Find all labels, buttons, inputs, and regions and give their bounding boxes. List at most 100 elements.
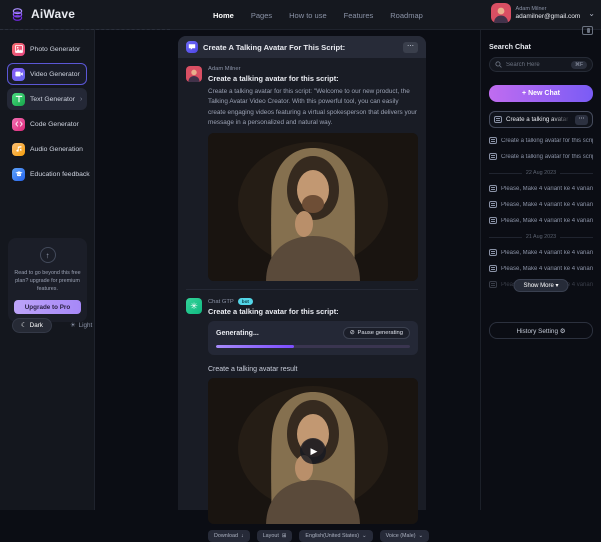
- sidebar-item-photo-generator[interactable]: Photo Generator: [7, 38, 87, 60]
- history-item[interactable]: Please, Make 4 variant ke 4 varian: [489, 185, 593, 192]
- top-bar: AiWave Home Pages How to use Features Ro…: [0, 0, 601, 30]
- language-select[interactable]: English(United States) ⌄: [299, 530, 372, 542]
- generating-panel: Generating... ⊘ Pause generating: [208, 321, 418, 355]
- photo-icon: [12, 43, 25, 56]
- moon-icon: ☾: [21, 322, 27, 329]
- text-icon: [12, 93, 25, 106]
- code-icon: [12, 118, 25, 131]
- chat-icon: [489, 281, 497, 288]
- history-item[interactable]: Please, Make 4 variant ke 4 varian: [489, 201, 593, 208]
- history-date-divider: 21 Aug 2023: [489, 234, 593, 240]
- chat-icon: [489, 265, 497, 272]
- progress-bar: [216, 345, 410, 348]
- download-button[interactable]: Download ↓: [208, 530, 250, 542]
- active-chat-item[interactable]: Create a talking avatar for this scrip ⋯: [489, 111, 593, 128]
- chevron-right-icon: ›: [80, 96, 82, 103]
- user-menu[interactable]: Adam Milner adamilner@gmail.com ⌄: [491, 3, 595, 23]
- bot-glyph: ✳: [190, 301, 198, 312]
- gear-icon: ⚙: [560, 328, 566, 335]
- sidebar-item-education-feedback[interactable]: Education feedback: [7, 163, 87, 185]
- collapse-panel-icon[interactable]: [582, 26, 593, 35]
- dark-mode-button[interactable]: ☾ Dark: [12, 318, 52, 333]
- chevron-down-icon: ⌄: [419, 533, 424, 539]
- chat-options-button[interactable]: ⋯: [403, 42, 418, 53]
- main-nav: Home Pages How to use Features Roadmap: [213, 0, 423, 30]
- video-icon: [12, 68, 25, 81]
- user-message: Adam Milner Create a talking avatar for …: [186, 66, 418, 281]
- chat-icon: [489, 249, 497, 256]
- nav-pages[interactable]: Pages: [251, 11, 272, 20]
- search-shortcut-badge: ⌘F: [571, 61, 587, 69]
- show-more-button[interactable]: Show More ▾: [513, 279, 568, 292]
- aiwave-logo-icon: [10, 7, 25, 22]
- user-email: adamilner@gmail.com: [516, 13, 581, 20]
- user-name: Adam Milner: [516, 6, 581, 12]
- history-item[interactable]: Create a talking avatar for this scrip: [489, 137, 593, 144]
- brand-logo[interactable]: AiWave: [0, 0, 170, 30]
- pause-generating-button[interactable]: ⊘ Pause generating: [343, 327, 410, 339]
- sidebar-item-label: Code Generator: [30, 121, 79, 128]
- result-label: Create a talking avatar result: [208, 366, 418, 373]
- chatgpt-avatar-icon: ✳: [186, 298, 202, 314]
- brand-name: AiWave: [31, 7, 75, 21]
- message-author: Adam Milner: [208, 66, 418, 72]
- result-toolbar: Download ↓ Layout ⊞ English(United State…: [208, 530, 418, 542]
- history-item[interactable]: Please, Make 4 variant ke 4 varian: [489, 217, 593, 224]
- sidebar-item-text-generator[interactable]: Text Generator ›: [7, 88, 87, 110]
- upgrade-text: Read to go beyond this free plan? upgrad…: [14, 269, 81, 293]
- left-sidebar: Photo Generator Video Generator Text Gen…: [0, 30, 95, 510]
- play-icon: ▶: [311, 446, 318, 457]
- chat-icon: [494, 116, 502, 123]
- theme-toggle: ☾ Dark ☀ Light: [12, 318, 101, 333]
- nav-features[interactable]: Features: [344, 11, 374, 20]
- right-panel: Search Chat ⌘F + New Chat Create a talki…: [480, 30, 601, 510]
- play-button[interactable]: ▶: [300, 438, 326, 464]
- bot-author: Chat GTP: [208, 299, 234, 305]
- upgrade-to-pro-button[interactable]: Upgrade to Pro: [14, 300, 81, 314]
- sidebar-item-label: Education feedback: [30, 171, 90, 178]
- message-body: Create a talking avatar for this script:…: [208, 87, 418, 128]
- chat-icon: [489, 137, 497, 144]
- voice-select[interactable]: Voice (Male) ⌄: [380, 530, 430, 542]
- history-item[interactable]: Please, Make 4 variant ke 4 varian: [489, 265, 593, 272]
- bot-heading: Create a talking avatar for this script:: [208, 307, 418, 316]
- chat-icon: [489, 153, 497, 160]
- chat-title: Create A Talking Avatar For This Script:: [203, 43, 345, 52]
- chat-topic-icon: [186, 41, 198, 53]
- search-input[interactable]: [506, 62, 567, 68]
- history-item[interactable]: Create a talking avatar for this scrip: [489, 153, 593, 160]
- layout-button[interactable]: Layout ⊞: [257, 530, 293, 542]
- nav-home[interactable]: Home: [213, 11, 234, 20]
- new-chat-button[interactable]: + New Chat: [489, 85, 593, 102]
- light-mode-button[interactable]: ☀ Light: [61, 318, 101, 333]
- education-icon: [12, 168, 25, 181]
- upgrade-card: ↑ Read to go beyond this free plan? upgr…: [8, 238, 87, 322]
- sidebar-item-audio-generation[interactable]: Audio Generation: [7, 138, 87, 160]
- chat-icon: [489, 185, 497, 192]
- sidebar-item-video-generator[interactable]: Video Generator: [7, 63, 87, 85]
- history-item[interactable]: Please, Make 4 variant ke 4 varian: [489, 249, 593, 256]
- chevron-down-icon[interactable]: ⌄: [588, 9, 595, 18]
- chat-options-button[interactable]: ⋯: [575, 115, 588, 125]
- sidebar-item-label: Video Generator: [30, 71, 80, 78]
- history-setting-button[interactable]: History Setting ⚙: [489, 322, 593, 339]
- chat-history: Create a talking avatar for this scrip C…: [489, 137, 593, 288]
- download-icon: ↓: [241, 533, 244, 539]
- chat-body: Adam Milner Create a talking avatar for …: [178, 58, 426, 542]
- message-divider: [186, 289, 418, 290]
- nav-how-to-use[interactable]: How to use: [289, 11, 327, 20]
- sun-icon: ☀: [70, 322, 76, 329]
- result-video[interactable]: ▶: [208, 378, 418, 524]
- chevron-down-icon: ⌄: [362, 533, 367, 539]
- sidebar-item-label: Audio Generation: [30, 146, 83, 153]
- chat-card: Create A Talking Avatar For This Script:…: [178, 36, 426, 510]
- sidebar-item-label: Photo Generator: [30, 46, 80, 53]
- history-date-divider: 22 Aug 2023: [489, 170, 593, 176]
- nav-roadmap[interactable]: Roadmap: [390, 11, 423, 20]
- arrow-up-icon: ↑: [40, 247, 56, 263]
- search-box: ⌘F: [489, 57, 593, 72]
- sidebar-item-code-generator[interactable]: Code Generator: [7, 113, 87, 135]
- bot-badge: bot: [238, 298, 253, 305]
- chat-header: Create A Talking Avatar For This Script:…: [178, 36, 426, 58]
- user-avatar: [491, 3, 511, 23]
